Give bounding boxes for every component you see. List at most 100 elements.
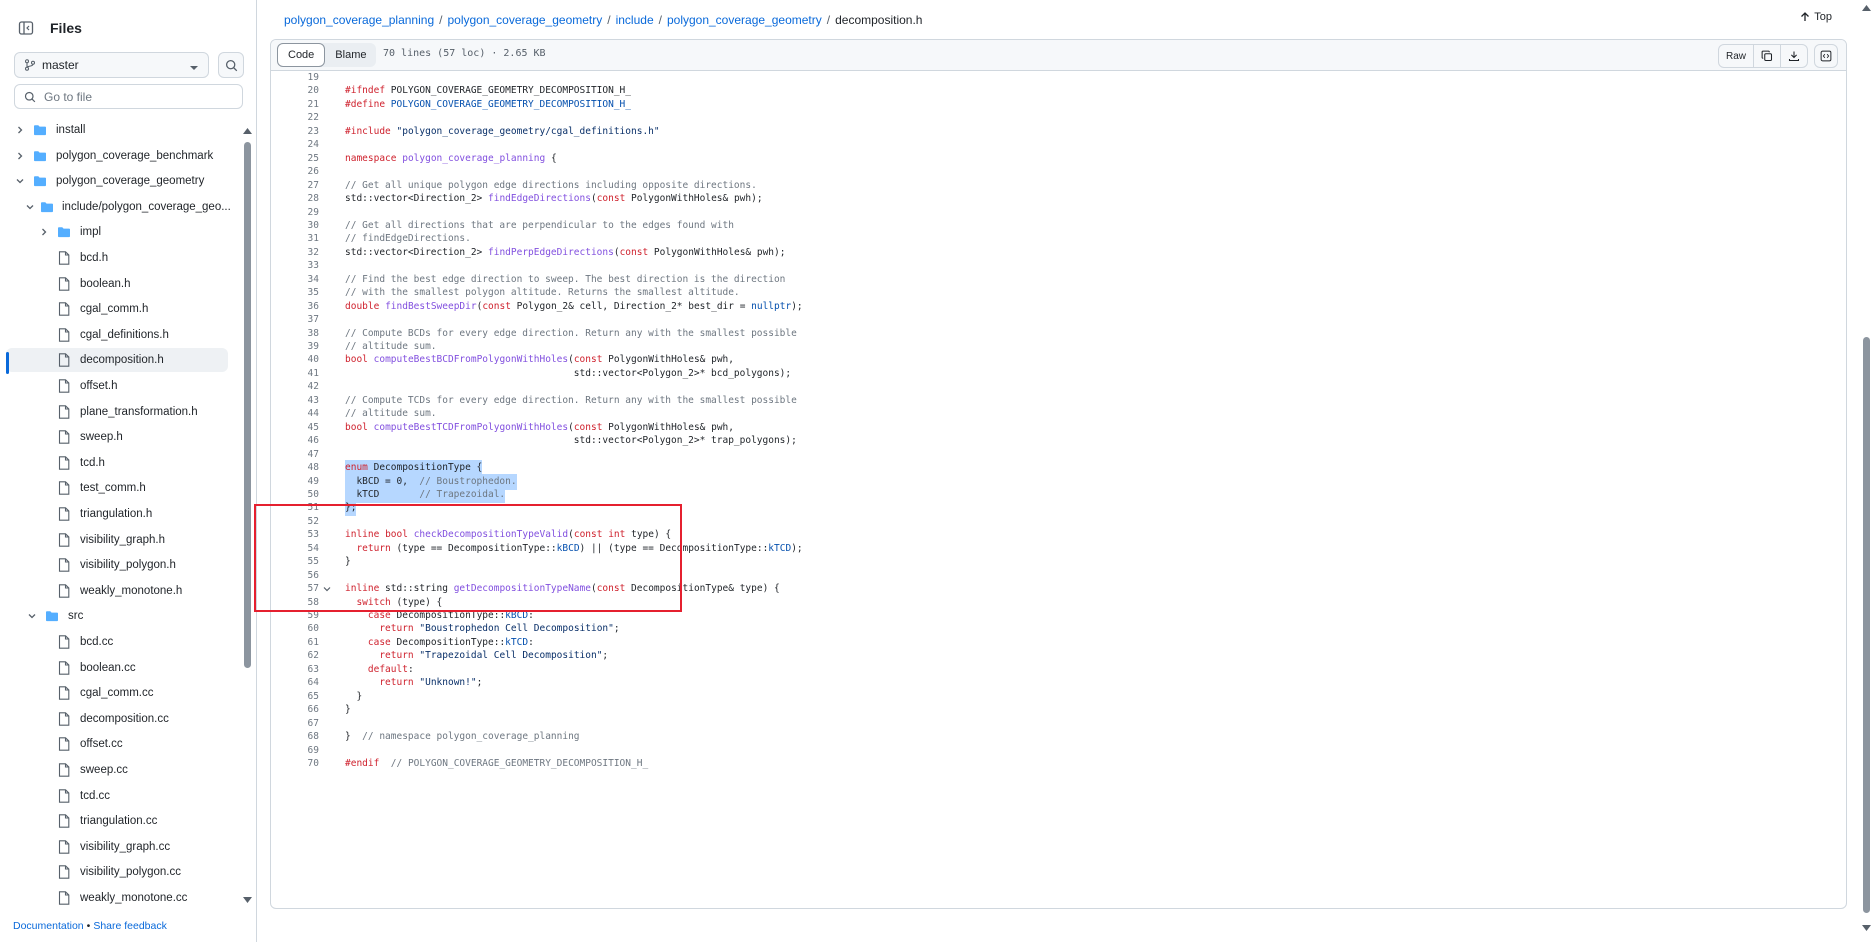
file-icon [56, 507, 72, 521]
go-to-file-input[interactable]: Go to file [14, 84, 243, 109]
breadcrumb-link[interactable]: polygon_coverage_geometry [447, 13, 602, 27]
chevron-right-icon[interactable] [38, 228, 50, 236]
tree-file-item[interactable]: visibility_polygon.h [6, 553, 228, 577]
tree-folder-item[interactable]: polygon_coverage_geometry [6, 169, 228, 193]
breadcrumb-link[interactable]: polygon_coverage_planning [284, 13, 434, 27]
file-icon [56, 584, 72, 598]
raw-button[interactable]: Raw [1719, 45, 1753, 67]
code-token: std::vector<Polygon_2>* trap_polygons); [345, 435, 797, 447]
breadcrumb-separator: / [826, 13, 831, 27]
code-token: // findEdgeDirections. [345, 233, 471, 245]
tree-item-label: install [56, 124, 86, 136]
chevron-down-icon[interactable] [14, 177, 26, 185]
tree-file-item[interactable]: sweep.h [6, 425, 228, 449]
tree-item-label: polygon_coverage_benchmark [56, 149, 214, 162]
copy-button[interactable] [1753, 45, 1780, 67]
tree-folder-item[interactable]: src [6, 604, 228, 628]
sidebar-footer: Documentation • Share feedback [13, 920, 167, 932]
top-button[interactable]: Top [1800, 11, 1832, 23]
code-token: "polygon_coverage_geometry/cgal_definiti… [396, 125, 660, 137]
tree-file-item[interactable]: cgal_definitions.h [6, 323, 228, 347]
code-token: case [367, 636, 391, 648]
tree-file-item[interactable]: cgal_comm.cc [6, 681, 228, 705]
tree-file-item[interactable]: plane_transformation.h [6, 400, 228, 424]
tree-file-item[interactable]: decomposition.h [6, 348, 228, 373]
sidebar-scrollbar-thumb[interactable] [244, 142, 251, 668]
sidebar-scrollbar[interactable] [242, 122, 252, 909]
code-token: "Boustrophedon Cell Decomposition" [419, 623, 614, 635]
scroll-up-arrow-icon [243, 128, 252, 134]
tree-item-label: cgal_comm.h [80, 303, 149, 316]
folder-icon [56, 226, 72, 238]
file-icon [56, 379, 72, 393]
chevron-right-icon[interactable] [14, 126, 26, 134]
breadcrumb-separator: / [607, 13, 611, 27]
folder-icon [32, 175, 48, 187]
tree-file-item[interactable]: offset.cc [6, 732, 228, 756]
code-token: DecompositionType { [367, 462, 483, 474]
file-icon [56, 532, 72, 547]
tree-file-item[interactable]: visibility_graph.h [6, 528, 228, 552]
file-icon [56, 328, 72, 342]
code-square-icon [1820, 50, 1832, 62]
file-icon [56, 635, 72, 649]
file-icon [56, 788, 72, 803]
breadcrumb-link[interactable]: include [616, 13, 654, 27]
collapse-sidebar-button[interactable] [14, 16, 38, 40]
chevron-right-icon[interactable] [14, 152, 26, 160]
scroll-up-arrow-icon [1862, 5, 1871, 11]
code-token: ; [602, 650, 609, 662]
share-feedback-link[interactable]: Share feedback [93, 920, 167, 932]
file-info: 70 lines (57 loc) · 2.65 KB [383, 48, 546, 59]
tree-file-item[interactable]: boolean.cc [6, 656, 228, 680]
chevron-down-icon[interactable] [26, 203, 34, 211]
page-scrollbar-thumb[interactable] [1863, 337, 1870, 913]
blame-tab[interactable]: Blame [325, 43, 376, 67]
tree-file-item[interactable]: triangulation.cc [6, 809, 228, 833]
code-token: #include [345, 125, 391, 137]
tree-file-item[interactable]: weakly_monotone.cc [6, 886, 228, 908]
tree-item-label: offset.cc [80, 738, 123, 751]
go-to-file-placeholder: Go to file [44, 89, 93, 104]
scroll-down-arrow-icon [1862, 925, 1871, 931]
tree-file-item[interactable]: cgal_comm.h [6, 297, 228, 321]
tree-file-item[interactable]: tcd.cc [6, 784, 228, 808]
download-button[interactable] [1780, 45, 1807, 67]
line-number[interactable]: 70 [271, 756, 319, 772]
tree-folder-item[interactable]: polygon_coverage_benchmark [6, 144, 228, 168]
tree-file-item[interactable]: visibility_polygon.cc [6, 860, 228, 884]
code-tab[interactable]: Code [277, 43, 326, 67]
tree-folder-item[interactable]: impl [6, 220, 228, 244]
code-token: // altitude sum. [345, 408, 437, 420]
tree-file-item[interactable]: boolean.h [6, 272, 228, 296]
file-icon [56, 686, 72, 700]
tree-item-label: include/polygon_coverage_geo... [62, 200, 231, 213]
tree-file-item[interactable]: decomposition.cc [6, 707, 228, 731]
breadcrumb-link[interactable]: polygon_coverage_geometry [667, 13, 822, 27]
tree-file-item[interactable]: test_comm.h [6, 476, 228, 500]
page-scrollbar[interactable] [1860, 0, 1872, 942]
code-token: // Trapezoidal. [419, 488, 506, 500]
documentation-link[interactable]: Documentation [13, 920, 84, 932]
tree-file-item[interactable]: weakly_monotone.h [6, 579, 228, 603]
chevron-down-icon[interactable] [26, 612, 38, 620]
tree-file-item[interactable]: visibility_graph.cc [6, 835, 228, 859]
symbols-panel-button[interactable] [1814, 44, 1838, 68]
tree-file-item[interactable]: bcd.cc [6, 630, 228, 654]
code-token: std::vector<Direction_2> [345, 246, 488, 258]
branch-selector[interactable]: master [14, 52, 209, 78]
tree-folder-item[interactable]: install [6, 118, 228, 142]
code-token: PolygonWithHoles& pwh); [625, 193, 763, 205]
tree-file-item[interactable]: tcd.h [6, 451, 228, 475]
tree-file-item[interactable]: offset.h [6, 374, 228, 398]
file-icon [56, 737, 72, 752]
footer-separator: • [86, 920, 91, 932]
search-files-button[interactable] [218, 52, 244, 78]
tree-file-item[interactable]: bcd.h [6, 246, 228, 270]
file-icon [56, 456, 72, 470]
tree-file-item[interactable]: triangulation.h [6, 502, 228, 526]
tree-folder-item[interactable]: include/polygon_coverage_geo... [6, 195, 231, 219]
tree-file-item[interactable]: sweep.cc [6, 758, 228, 782]
